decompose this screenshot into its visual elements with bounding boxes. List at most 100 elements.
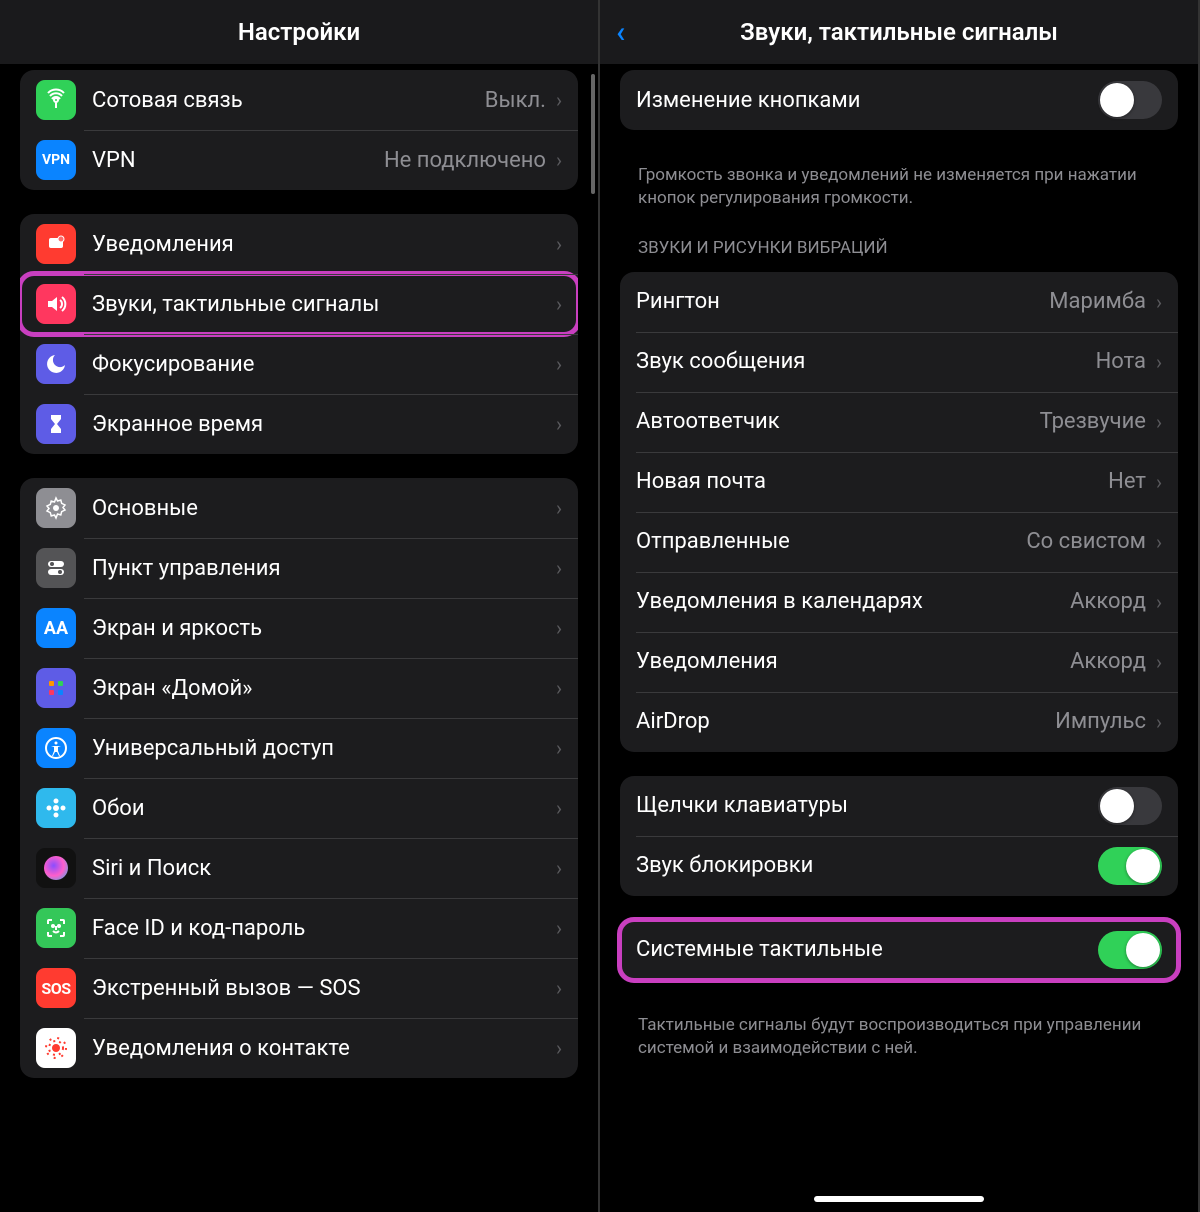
row-label: Пункт управления xyxy=(92,556,556,581)
chevron-right-icon: › xyxy=(1156,530,1162,554)
antenna-icon xyxy=(36,80,76,120)
chevron-right-icon: › xyxy=(556,292,562,316)
row-label: Экран и яркость xyxy=(92,616,556,641)
row-label: Звуки, тактильные сигналы xyxy=(92,292,556,317)
chevron-right-icon: › xyxy=(1156,590,1162,614)
row-screentime[interactable]: Экранное время › xyxy=(20,394,578,454)
row-new-mail[interactable]: Новая почта Нет › xyxy=(620,452,1178,512)
row-label: Siri и Поиск xyxy=(92,856,556,881)
sounds-screen: ‹ Звуки, тактильные сигналы Изменение кн… xyxy=(600,0,1200,1212)
vpn-icon: VPN xyxy=(36,140,76,180)
row-label: Звук сообщения xyxy=(636,349,1096,374)
chevron-right-icon: › xyxy=(556,496,562,520)
row-value: Импульс xyxy=(1055,709,1146,734)
row-value: Нота xyxy=(1096,349,1146,374)
group-notifications: Уведомления › Звуки, тактильные сигналы … xyxy=(20,214,578,454)
section-header: ЗВУКИ И РИСУНКИ ВИБРАЦИЙ xyxy=(620,210,1178,266)
page-title: Звуки, тактильные сигналы xyxy=(740,18,1058,46)
group-general: Основные › Пункт управления › AA Экран и… xyxy=(20,478,578,1078)
header: Настройки xyxy=(0,0,598,64)
row-label: Основные xyxy=(92,496,556,521)
row-faceid[interactable]: Face ID и код-пароль › xyxy=(20,898,578,958)
row-siri[interactable]: Siri и Поиск › xyxy=(20,838,578,898)
row-value: Не подключено xyxy=(384,148,546,173)
row-wallpaper[interactable]: Обои › xyxy=(20,778,578,838)
row-general[interactable]: Основные › xyxy=(20,478,578,538)
row-control-center[interactable]: Пункт управления › xyxy=(20,538,578,598)
row-sos[interactable]: SOS Экстренный вызов — SOS › xyxy=(20,958,578,1018)
row-vpn[interactable]: VPN VPN Не подключено › xyxy=(20,130,578,190)
toggle-lock-sound[interactable] xyxy=(1098,847,1162,885)
group-sounds: Рингтон Маримба › Звук сообщения Нота › … xyxy=(620,272,1178,752)
row-accessibility[interactable]: Универсальный доступ › xyxy=(20,718,578,778)
footer-text: Громкость звонка и уведомлений не изменя… xyxy=(620,154,1178,210)
row-label: Изменение кнопками xyxy=(636,88,1098,113)
row-change-with-buttons[interactable]: Изменение кнопками xyxy=(620,70,1178,130)
toggle-change-with-buttons[interactable] xyxy=(1098,81,1162,119)
hourglass-icon xyxy=(36,404,76,444)
chevron-right-icon: › xyxy=(556,1036,562,1060)
row-label: Щелчки клавиатуры xyxy=(636,793,1098,818)
row-label: Экранное время xyxy=(92,412,556,437)
flower-icon xyxy=(36,788,76,828)
row-label: Новая почта xyxy=(636,469,1108,494)
row-label: VPN xyxy=(92,148,384,173)
row-ringtone[interactable]: Рингтон Маримба › xyxy=(620,272,1178,332)
chevron-right-icon: › xyxy=(556,556,562,580)
row-label: Отправленные xyxy=(636,529,1026,554)
row-notifications[interactable]: Уведомления › xyxy=(20,214,578,274)
row-reminder-alerts[interactable]: Уведомления Аккорд › xyxy=(620,632,1178,692)
row-keyboard-clicks[interactable]: Щелчки клавиатуры xyxy=(620,776,1178,836)
chevron-right-icon: › xyxy=(556,412,562,436)
row-value: Нет xyxy=(1108,469,1146,494)
moon-icon xyxy=(36,344,76,384)
row-homescreen[interactable]: Экран «Домой» › xyxy=(20,658,578,718)
row-cellular[interactable]: Сотовая связь Выкл. › xyxy=(20,70,578,130)
faceid-icon xyxy=(36,908,76,948)
group-system-haptics: Системные тактильные xyxy=(620,920,1178,980)
header: ‹ Звуки, тактильные сигналы xyxy=(600,0,1198,64)
row-calendar-alerts[interactable]: Уведомления в календарях Аккорд › xyxy=(620,572,1178,632)
chevron-right-icon: › xyxy=(556,856,562,880)
back-button[interactable]: ‹ xyxy=(616,15,625,50)
chevron-right-icon: › xyxy=(1156,410,1162,434)
row-label: Системные тактильные xyxy=(636,937,1098,962)
speaker-icon xyxy=(36,284,76,324)
row-label: Уведомления в календарях xyxy=(636,589,1070,614)
exposure-icon xyxy=(36,1028,76,1068)
row-focus[interactable]: Фокусирование › xyxy=(20,334,578,394)
row-system-haptics[interactable]: Системные тактильные xyxy=(620,920,1178,980)
row-label: Звук блокировки xyxy=(636,853,1098,878)
scroll-area[interactable]: Изменение кнопками Громкость звонка и ув… xyxy=(600,64,1198,1212)
chevron-right-icon: › xyxy=(556,616,562,640)
accessibility-icon xyxy=(36,728,76,768)
row-label: Обои xyxy=(92,796,556,821)
row-label: Сотовая связь xyxy=(92,88,485,113)
row-label: Уведомления о контакте xyxy=(92,1036,556,1061)
row-value: Трезвучие xyxy=(1040,409,1146,434)
row-lock-sound[interactable]: Звук блокировки xyxy=(620,836,1178,896)
row-value: Маримба xyxy=(1049,289,1146,314)
gear-icon xyxy=(36,488,76,528)
chevron-right-icon: › xyxy=(556,352,562,376)
chevron-right-icon: › xyxy=(556,976,562,1000)
scroll-area[interactable]: Сотовая связь Выкл. › VPN VPN Не подключ… xyxy=(0,64,598,1212)
home-indicator[interactable] xyxy=(814,1196,984,1202)
row-display[interactable]: AA Экран и яркость › xyxy=(20,598,578,658)
row-sent-mail[interactable]: Отправленные Со свистом › xyxy=(620,512,1178,572)
siri-icon xyxy=(36,848,76,888)
toggle-keyboard-clicks[interactable] xyxy=(1098,787,1162,825)
group-change-with-buttons: Изменение кнопками xyxy=(620,70,1178,130)
row-value: Выкл. xyxy=(485,88,546,113)
row-voicemail[interactable]: Автоответчик Трезвучие › xyxy=(620,392,1178,452)
row-sounds-haptics[interactable]: Звуки, тактильные сигналы › xyxy=(20,274,578,334)
row-label: AirDrop xyxy=(636,709,1055,734)
group-connectivity: Сотовая связь Выкл. › VPN VPN Не подключ… xyxy=(20,70,578,190)
row-text-tone[interactable]: Звук сообщения Нота › xyxy=(620,332,1178,392)
toggle-system-haptics[interactable] xyxy=(1098,931,1162,969)
row-label: Face ID и код-пароль xyxy=(92,916,556,941)
row-airdrop[interactable]: AirDrop Импульс › xyxy=(620,692,1178,752)
row-label: Уведомления xyxy=(92,232,556,257)
row-exposure[interactable]: Уведомления о контакте › xyxy=(20,1018,578,1078)
row-label: Универсальный доступ xyxy=(92,736,556,761)
